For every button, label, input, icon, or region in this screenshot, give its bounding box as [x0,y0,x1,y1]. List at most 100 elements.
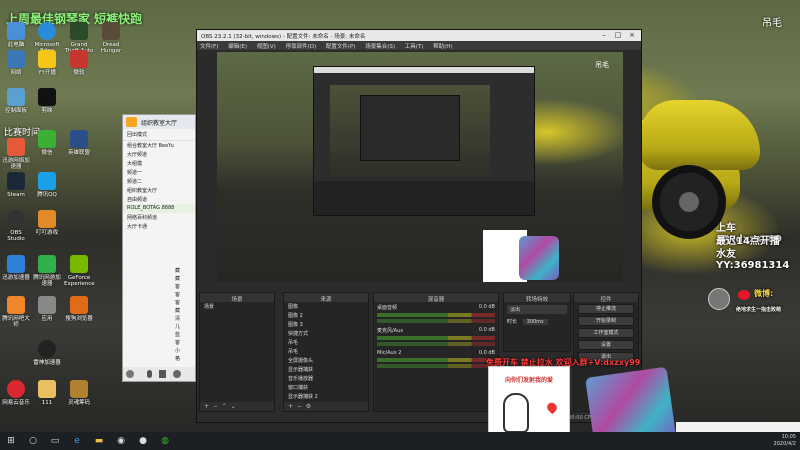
remove-source-button[interactable]: − [295,403,302,410]
desktop-icon[interactable]: 剪映 [32,88,62,114]
chat-channel-item[interactable]: 频道一 [123,168,195,177]
chat-user[interactable]: 客 [175,339,180,347]
source-item[interactable]: 显示器捕获 [284,365,368,374]
source-item[interactable]: 吊毛 [284,338,368,347]
avatar[interactable] [126,370,134,378]
chat-mode-label[interactable]: 回出模式 [123,129,195,141]
system-clock[interactable]: 10:05 2020/4/2 [774,434,796,448]
desktop-icon[interactable]: GeForce Experience [64,255,95,287]
task-view-icon[interactable]: ▭ [44,432,66,450]
desktop-icon[interactable]: 微软 [64,50,94,76]
desktop-icon[interactable]: 灵魂筹码 [64,380,94,406]
desktop-icon[interactable]: 搜狗浏览器 [64,296,94,322]
settings-icon[interactable] [173,370,181,378]
menu-tools[interactable]: 工具(T) [405,44,424,50]
source-item[interactable]: 快捷方式 [284,329,368,338]
obs-preview-canvas[interactable]: 吊毛 [217,52,623,282]
desktop-icon[interactable]: 网易云音乐 [1,380,31,406]
wechat-icon[interactable]: ◍ [154,432,176,450]
desktop-icon[interactable]: 腾讯QQ [32,172,62,198]
edge-icon[interactable]: e [66,432,88,450]
scene-item[interactable]: 场景 [200,302,274,311]
menu-help[interactable]: 帮助(H) [433,44,452,50]
start-recording-button[interactable]: 开始录制 [578,316,634,326]
chat-user[interactable]: 藏 [175,267,180,275]
desktop-icon[interactable]: 迅游网络加速器 [1,138,31,170]
minimize-icon[interactable]: – [597,31,611,39]
desktop-icon[interactable]: YY开播 [32,50,62,76]
add-source-button[interactable]: + [288,403,293,410]
source-item[interactable]: 全屏摄像头 [284,356,368,365]
desktop-icon[interactable]: 腾讯网游加速器 [32,255,62,287]
folder-icon[interactable]: ▬ [88,432,110,450]
source-item[interactable]: 显示器捕获 2 [284,392,368,401]
chat-user[interactable]: 格 [175,355,180,363]
desktop-icon[interactable]: 英雄联盟 [64,130,94,156]
chat-channel-item[interactable]: 大组模 [123,159,195,168]
desktop-icon[interactable]: Steam [1,172,31,198]
source-item[interactable]: 图像 [284,302,368,311]
transition-select[interactable]: 淡出 [507,305,567,314]
menu-scene-collection[interactable]: 场景集合(S) [365,44,395,50]
move-down-icon[interactable]: ⌄ [229,403,236,410]
source-item[interactable]: 吊毛 [284,347,368,356]
chat-user[interactable]: 藏 [175,307,180,315]
volume-slider[interactable] [377,364,495,368]
gear-icon[interactable]: ⚙ [304,403,311,410]
settings-button[interactable]: 设置 [578,340,634,350]
menu-edit[interactable]: 编辑(E) [228,44,247,50]
desktop-icon[interactable]: 腾讯网吧大师 [1,296,31,328]
desktop-icon[interactable]: 此电脑 [1,22,31,48]
volume-slider[interactable] [377,319,495,323]
chat-user[interactable]: 客 [175,291,180,299]
stop-streaming-button[interactable]: 停止推流 [578,304,634,314]
chat-user[interactable]: 蓝 [175,331,180,339]
search-icon[interactable]: ○ [22,432,44,450]
move-up-icon[interactable]: ⌃ [220,403,227,410]
add-scene-button[interactable]: + [204,403,209,410]
desktop-icon[interactable]: 叮叮游戏 [32,210,62,236]
desktop-icon[interactable]: 111 [32,380,62,406]
close-icon[interactable]: × [625,31,639,39]
chat-channel-item[interactable]: 组织教室大厅 [123,186,195,195]
chat-user[interactable]: 藏 [175,275,180,283]
chat-user[interactable]: 清 [175,315,180,323]
desktop-icon[interactable]: OBS Studio [1,210,31,242]
desktop-icon[interactable]: 迅游加速器 [1,255,31,281]
desktop-icon[interactable]: 微信 [32,130,62,156]
microphone-icon[interactable] [147,370,152,378]
source-item[interactable]: 音乐播放器 [284,374,368,383]
chat-user[interactable]: 客 [175,283,180,291]
desktop-icon[interactable]: 网络 [1,50,31,76]
chat-channel-item[interactable]: 组合教室大厅 BeeYu [123,141,195,150]
desktop-icon[interactable]: 雷神加速器 [32,340,62,366]
menu-view[interactable]: 视图(V) [257,44,276,50]
chat-channel-item[interactable]: 大厅频道 [123,150,195,159]
desktop-icon[interactable]: 应用 [32,296,62,322]
speaker-icon[interactable] [159,370,166,378]
desktop-icon[interactable]: 控制面板 [1,88,31,114]
chat-window-header[interactable]: 组织教室大厅 [123,115,195,129]
remove-scene-button[interactable]: − [211,403,218,410]
desktop-icon[interactable]: Dread Hunger [96,22,126,54]
volume-slider[interactable] [377,342,495,346]
obs-title-bar[interactable]: OBS 23.2.1 (32-bit, windows) - 配置文件: 未命名… [197,30,641,41]
menu-profile[interactable]: 配置文件(P) [326,44,356,50]
chat-channel-item[interactable]: 网络百科频道 [123,213,195,222]
chat-channel-item[interactable]: 频道二 [123,177,195,186]
chat-user[interactable]: 客 [175,299,180,307]
chat-channel-item[interactable]: 自由频道 [123,195,195,204]
obs-icon[interactable]: ● [132,432,154,450]
steam-icon[interactable]: ◉ [110,432,132,450]
menu-docks[interactable]: 停靠部件(D) [286,44,317,50]
maximize-icon[interactable]: □ [611,31,625,39]
chat-channel-item[interactable]: 大厅卡通 [123,222,195,231]
chat-user[interactable]: 儿 [175,323,180,331]
start-icon[interactable]: ⊞ [0,432,22,450]
source-item[interactable]: 图像 2 [284,311,368,320]
chat-channel-item[interactable]: ROLE_BOTAG 8888 [123,204,195,213]
duration-input[interactable]: 300ms [522,319,548,325]
source-item[interactable]: 图像 3 [284,320,368,329]
chat-user[interactable]: 小 [175,347,180,355]
source-item[interactable]: 窗口捕获 [284,383,368,392]
